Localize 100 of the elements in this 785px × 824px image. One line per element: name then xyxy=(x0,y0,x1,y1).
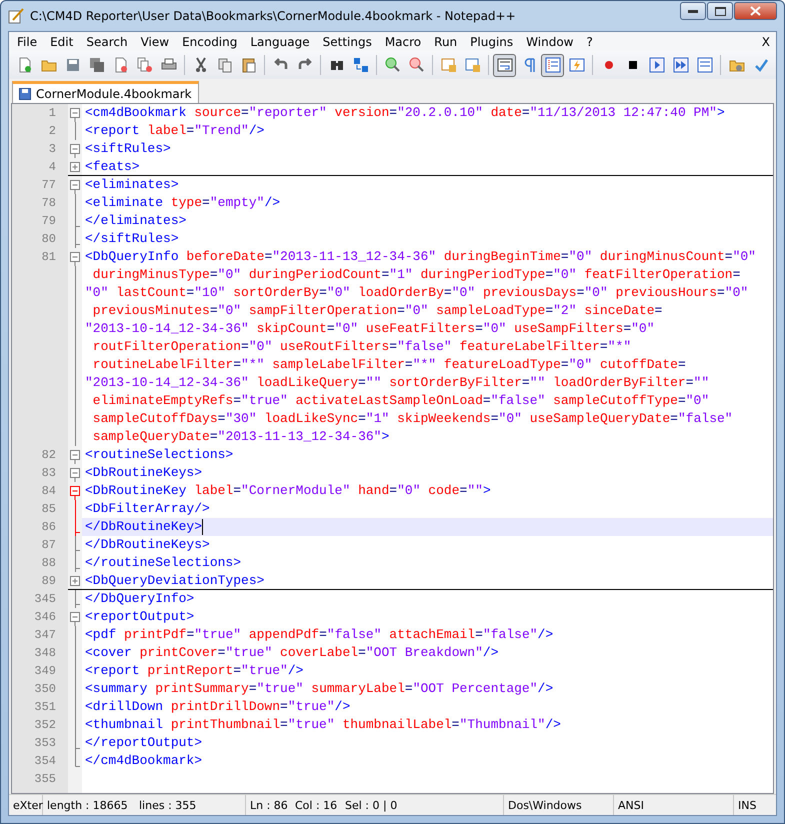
status-field: lines : 355 xyxy=(135,795,246,815)
code-line: previousMinutes="0" sampFilterOperation="0" sampleLoadType="2" sinceDate= xyxy=(92,302,662,320)
clipboard-icon xyxy=(240,57,256,73)
line-number: 89 xyxy=(42,574,56,588)
fold-line xyxy=(74,590,80,608)
code-line: <report label="Trend"/> xyxy=(85,122,264,140)
line-number: 3 xyxy=(48,142,56,156)
menu-item[interactable]: Language xyxy=(244,34,317,48)
code-line: duringMinusType="0" duringPeriodCount="1" duringPeriodType="0" featFilterOperation= xyxy=(92,266,740,284)
line-number: 346 xyxy=(34,610,56,624)
code-line: <DbQueryDeviationTypes> xyxy=(85,572,264,590)
code-line: <DbRoutineKey label="CornerModule" hand="0" code=""> xyxy=(85,482,491,500)
indent-guide-icon xyxy=(544,57,560,73)
line-number: 347 xyxy=(34,628,56,642)
code-line: <eliminates> xyxy=(85,176,179,194)
status-field: Col : 16 xyxy=(291,795,341,815)
window-lock-icon xyxy=(464,57,480,73)
menu-item[interactable]: ? xyxy=(580,34,600,48)
line-number: 80 xyxy=(42,232,56,246)
replace-icon xyxy=(352,57,368,73)
toolbar-button[interactable] xyxy=(493,54,516,76)
status-field: ANSI xyxy=(614,795,734,815)
code-line: </siftRules> xyxy=(85,230,179,248)
line-number: 83 xyxy=(42,466,56,480)
menu-item[interactable]: Settings xyxy=(316,34,379,48)
menu-item[interactable]: Window xyxy=(520,34,580,48)
line-number: 85 xyxy=(42,502,56,516)
code-line: <thumbnail printThumbnail="true" thumbnailLabel="Thumbnail"/> xyxy=(85,716,561,734)
line-number: 86 xyxy=(42,520,56,534)
code-line: </DbRoutineKeys> xyxy=(85,536,210,554)
code-line: <cover printCover="true" coverLabel="OOT Breakdown"/> xyxy=(85,644,499,662)
code-line: sampleQueryDate="2013-11-13_12-34-36"> xyxy=(92,428,390,446)
close-document-button[interactable]: X xyxy=(762,34,774,48)
zoom-in-icon xyxy=(384,57,400,73)
status-field: Sel : 0 | 0 xyxy=(341,795,504,815)
text-editor[interactable] xyxy=(11,103,774,794)
status-field: length : 18665 xyxy=(43,795,135,815)
line-number: 355 xyxy=(34,772,56,786)
code-line: <siftRules> xyxy=(85,140,171,158)
menu-item[interactable]: Encoding xyxy=(176,34,244,48)
window-title: C:\CM4D Reporter\User Data\Bookmarks\CornerModule.4bookmark - Notepad++ xyxy=(30,9,517,23)
line-number: 354 xyxy=(34,754,56,768)
menu-item[interactable]: File xyxy=(11,34,44,48)
code-line: <pdf printPdf="true" appendPdf="false" attachEmail="false"/> xyxy=(85,626,554,644)
spell-check-icon xyxy=(752,57,768,73)
code-line: </eliminates> xyxy=(85,212,186,230)
menu-item[interactable]: Edit xyxy=(44,34,80,48)
list-window-icon xyxy=(696,57,712,73)
code-line: <DbFilterArray/> xyxy=(85,500,210,518)
close-button[interactable] xyxy=(734,2,777,20)
text-cursor xyxy=(202,519,204,535)
menu-item[interactable]: Macro xyxy=(378,34,428,48)
code-line: <eliminate type="empty"/> xyxy=(85,194,280,212)
notepad-icon xyxy=(8,8,24,24)
code-line: <cm4dBookmark source="reporter" version="20.2.0.10" date="11/13/2013 12:47:40 PM"> xyxy=(85,104,725,122)
close-files-icon xyxy=(136,57,152,73)
minimize-icon xyxy=(688,10,698,12)
line-number: 4 xyxy=(48,160,56,174)
line-number: 351 xyxy=(34,700,56,714)
menu-item[interactable]: View xyxy=(134,34,176,48)
copy-icon xyxy=(216,57,232,73)
lightning-window-icon xyxy=(568,57,584,73)
menu-item[interactable]: Run xyxy=(428,34,464,48)
code-line: "0" lastCount="10" sortOrderBy="0" loadOrderBy="0" previousDays="0" previousHours="0" xyxy=(85,284,748,302)
line-number: 87 xyxy=(42,538,56,552)
code-line: <DbQueryInfo beforeDate="2013-11-13_12-34-36" duringBeginTime="0" duringMinusCount="0" xyxy=(85,248,756,266)
line-number: 348 xyxy=(34,646,56,660)
line-number: 1 xyxy=(48,106,56,120)
status-field: eXter xyxy=(9,795,43,815)
fold-end-line xyxy=(74,752,80,767)
line-number: 79 xyxy=(42,214,56,228)
code-line: </DbQueryInfo> xyxy=(85,590,194,608)
code-line: <summary printSummary="true" summaryLabel="OOT Percentage"/> xyxy=(85,680,554,698)
maximize-button[interactable] xyxy=(707,2,733,20)
menu-item[interactable]: Search xyxy=(80,34,135,48)
line-number: 352 xyxy=(34,718,56,732)
code-line: sampleCutoffDays="30" loadLikeSync="1" skipWeekends="0" useSampleQueryDate="false" xyxy=(92,410,733,428)
code-line: <routineSelections> xyxy=(85,446,234,464)
menu-item[interactable]: Plugins xyxy=(464,34,520,48)
fold-line xyxy=(74,122,76,140)
code-line: routineLabelFilter="*" sampleLabelFilter="*" featureLoadType="0" cutoffDate= xyxy=(92,356,686,374)
code-line: </reportOutput> xyxy=(85,734,202,752)
code-line: </DbRoutineKey> xyxy=(85,518,202,536)
code-line: </routineSelections> xyxy=(85,554,242,572)
code-line: "2013-10-14_12-34-36" skipCount="0" useFeatFilters="0" useSampFilters="0" xyxy=(85,320,655,338)
code-line: <DbRoutineKeys> xyxy=(85,464,202,482)
code-line: <drillDown printDrillDown="true"/> xyxy=(85,698,350,716)
line-number: 81 xyxy=(42,250,56,264)
file-tab[interactable]: CornerModule.4bookmark xyxy=(12,81,199,103)
code-line: <feats> xyxy=(85,158,140,176)
line-number: 82 xyxy=(42,448,56,462)
line-number: 350 xyxy=(34,682,56,696)
close-icon xyxy=(750,6,761,16)
fast-forward-icon xyxy=(672,57,688,73)
code-line: <report printReport="true"/> xyxy=(85,662,304,680)
minimize-button[interactable] xyxy=(680,2,706,20)
code-line: eliminateEmptyRefs="true" activateLastSampleOnLoad="false" sampleCutoffType="0" xyxy=(92,392,710,410)
word-wrap-icon xyxy=(496,57,512,73)
new-file-icon xyxy=(16,57,32,73)
line-number: 345 xyxy=(34,592,56,606)
